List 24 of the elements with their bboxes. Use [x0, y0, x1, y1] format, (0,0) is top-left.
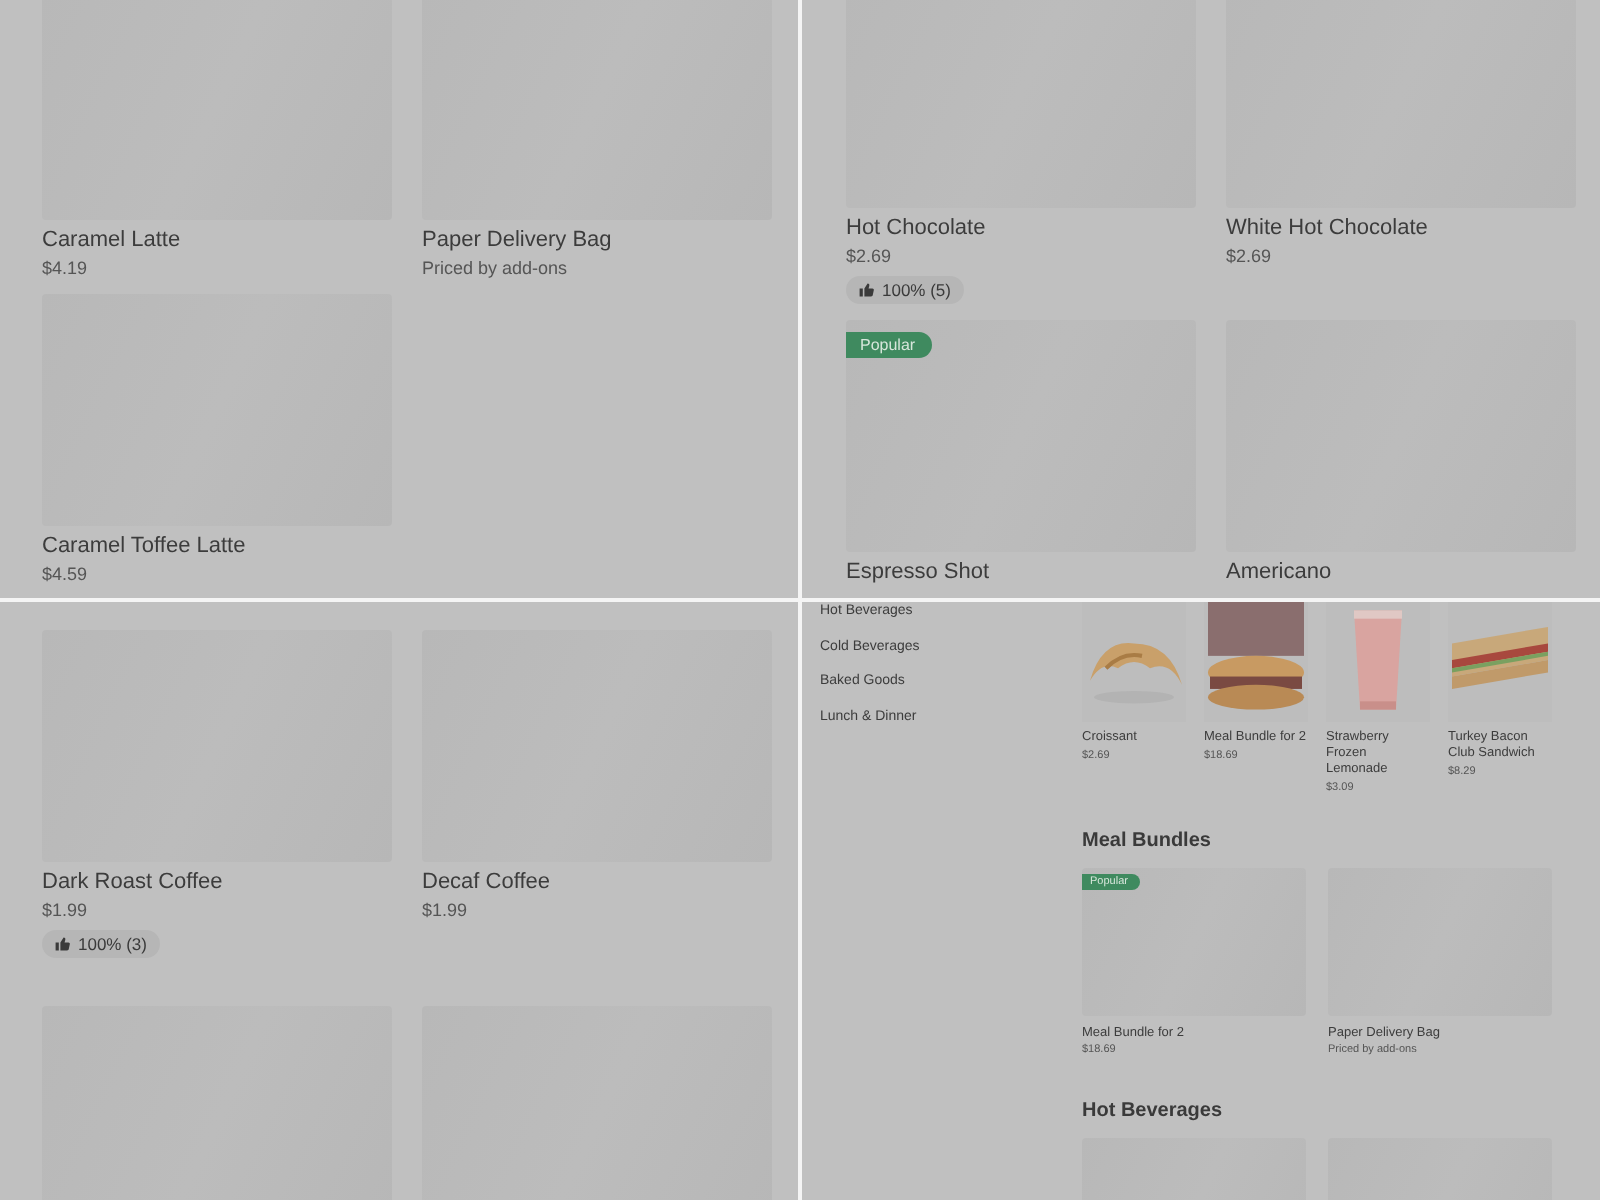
item-name[interactable]: Espresso Shot: [846, 560, 1196, 584]
section-heading: Meal Bundles: [1082, 830, 1213, 852]
item-price: $2.69: [1226, 246, 1274, 266]
item-price: $1.99: [422, 900, 470, 920]
item-price: $4.19: [42, 258, 90, 278]
item-name[interactable]: Americano: [1226, 560, 1576, 584]
item-price: Priced by add-ons: [422, 258, 570, 278]
item-price: $2.69: [846, 246, 894, 266]
rating-badge: 100% (5): [846, 276, 963, 304]
image-placeholder[interactable]: Popular: [846, 320, 1196, 552]
item-name[interactable]: Decaf Coffee: [422, 870, 772, 894]
item-name[interactable]: Paper Delivery Bag: [422, 228, 772, 252]
thumbs-up-icon: [858, 282, 874, 298]
item-price: $1.99: [42, 900, 90, 920]
thumbs-up-icon: [54, 936, 70, 952]
item-price: $4.59: [42, 564, 90, 584]
item-name[interactable]: Dark Roast Coffee: [42, 870, 392, 894]
item-name[interactable]: Caramel Toffee Latte: [42, 534, 392, 558]
popular-badge: Popular: [846, 332, 932, 358]
item-name[interactable]: White Hot Chocolate: [1226, 216, 1576, 240]
rating-badge: 100% (3): [42, 930, 159, 958]
item-name[interactable]: Hot Chocolate: [846, 216, 1196, 240]
section-heading: Hot Beverages: [1082, 1100, 1225, 1122]
item-name[interactable]: Caramel Latte: [42, 228, 392, 252]
